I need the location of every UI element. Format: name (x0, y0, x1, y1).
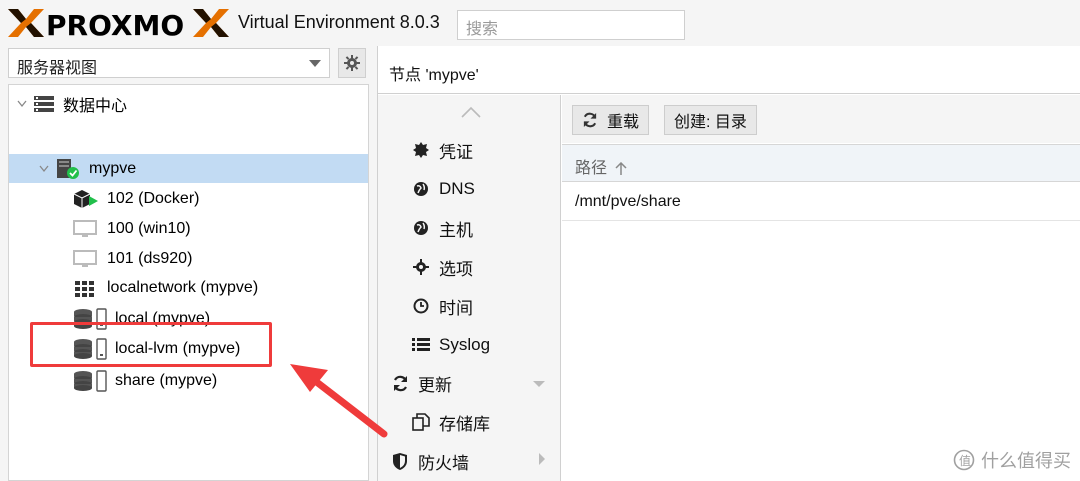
tree-item-vm-100[interactable]: 100 (win10) (9, 214, 368, 243)
vm-stopped-icon (73, 219, 99, 239)
search-input[interactable]: 搜索 (457, 10, 685, 40)
list-icon (410, 338, 432, 352)
sort-ascending-icon (615, 161, 627, 176)
tree-item-label: 100 (win10) (107, 219, 191, 237)
container-running-icon (73, 189, 99, 209)
column-label: 路径 (575, 160, 608, 177)
node-menu: 凭证 DNS 主机 选项 时间 Syslog 更新 存储库 防火墙 (378, 95, 561, 481)
gear-icon (410, 259, 432, 275)
tree-item-label: 101 (ds920) (107, 249, 193, 267)
copy-icon (410, 413, 432, 431)
toolbar: 重载 创建: 目录 (562, 95, 1080, 143)
menu-item-label: DNS (439, 179, 475, 198)
tree-item-label: 102 (Docker) (107, 189, 200, 207)
scroll-up-icon[interactable] (460, 105, 482, 123)
table-cell-path: /mnt/pve/share (575, 193, 681, 210)
table-row[interactable]: /mnt/pve/share (562, 183, 1080, 221)
node-panel: 节点 'mypve' 凭证 DNS 主机 选项 时间 Syslog 更新 存储库… (377, 46, 1080, 481)
menu-item-label: 时间 (439, 298, 473, 318)
menu-item-label: 存储库 (439, 414, 490, 434)
sdn-icon (73, 278, 99, 298)
menu-item-certificates[interactable]: 凭证 (378, 131, 560, 169)
menu-item-firewall[interactable]: 防火墙 (378, 442, 560, 480)
highlight-box (30, 322, 272, 367)
tree-item-sdn-localnetwork[interactable]: localnetwork (mypve) (9, 273, 368, 302)
tree-item-node-mypve-content[interactable]: mypve (9, 154, 368, 183)
svg-text:值: 值 (959, 453, 971, 468)
menu-item-label: 主机 (439, 220, 473, 240)
view-select-value: 服务器视图 (17, 60, 98, 77)
panel-title: 节点 'mypve' (378, 46, 1080, 94)
menu-item-repositories[interactable]: 存储库 (378, 403, 560, 441)
create-directory-button[interactable]: 创建: 目录 (664, 105, 757, 135)
menu-item-syslog[interactable]: Syslog (378, 326, 560, 364)
menu-item-label: 选项 (439, 259, 473, 279)
tree-item-label: localnetwork (mypve) (107, 278, 259, 296)
chevron-down-icon (309, 60, 321, 67)
tree-item-vm-101[interactable]: 101 (ds920) (9, 244, 368, 273)
view-select[interactable]: 服务器视图 (8, 48, 330, 78)
gear-icon (344, 55, 360, 71)
globe-icon (410, 181, 432, 197)
tree-item-label: share (mypve) (115, 371, 218, 389)
menu-item-label: 凭证 (439, 142, 473, 162)
menu-item-time[interactable]: 时间 (378, 287, 560, 325)
watermark: 值 什么值得买 (953, 447, 1071, 473)
menu-item-label: 更新 (418, 375, 452, 395)
watermark-text: 什么值得买 (981, 451, 1071, 471)
menu-item-label: Syslog (439, 335, 491, 354)
datacenter-icon (33, 95, 55, 113)
create-label: 创建: 目录 (674, 114, 747, 131)
chevron-down-icon[interactable] (532, 373, 546, 393)
globe-icon (410, 220, 432, 236)
logo-text: PROXMO (46, 9, 184, 39)
certificate-icon (410, 142, 432, 158)
clock-icon (410, 298, 432, 314)
tree-settings-button[interactable] (338, 48, 366, 78)
proxmox-logo[interactable]: PROXMO (6, 7, 234, 39)
reload-label: 重载 (607, 114, 640, 131)
menu-item-hosts[interactable]: 主机 (378, 209, 560, 247)
repositories-content: 重载 创建: 目录 路径 /mnt/pve/share (562, 95, 1080, 481)
menu-item-updates[interactable]: 更新 (378, 364, 560, 402)
storage-icon (73, 369, 107, 393)
smzdm-logo-icon: 值 (953, 449, 975, 471)
top-bar: PROXMO Virtual Environment 8.0.3 搜索 (0, 0, 1080, 46)
menu-item-dns[interactable]: DNS (378, 170, 560, 208)
menu-item-options[interactable]: 选项 (378, 248, 560, 286)
node-online-icon (55, 158, 81, 180)
shield-icon (389, 452, 411, 470)
collapse-arrow-icon[interactable] (37, 165, 51, 173)
tree-item-datacenter[interactable]: 数据中心 (9, 89, 368, 118)
tree-item-label: mypve (89, 159, 137, 177)
reload-button[interactable]: 重载 (572, 105, 650, 135)
menu-item-label: 防火墙 (418, 453, 469, 473)
annotation-arrow-icon (290, 364, 388, 438)
chevron-right-icon[interactable] (538, 451, 546, 471)
column-header-path[interactable]: 路径 (562, 144, 1080, 182)
tree-item-container-102[interactable]: 102 (Docker) (9, 184, 368, 213)
product-title: Virtual Environment 8.0.3 (238, 12, 440, 32)
tree-item-label: 数据中心 (63, 97, 128, 115)
vm-stopped-icon (73, 249, 99, 269)
collapse-arrow-icon[interactable] (15, 100, 29, 108)
refresh-icon (582, 112, 598, 128)
